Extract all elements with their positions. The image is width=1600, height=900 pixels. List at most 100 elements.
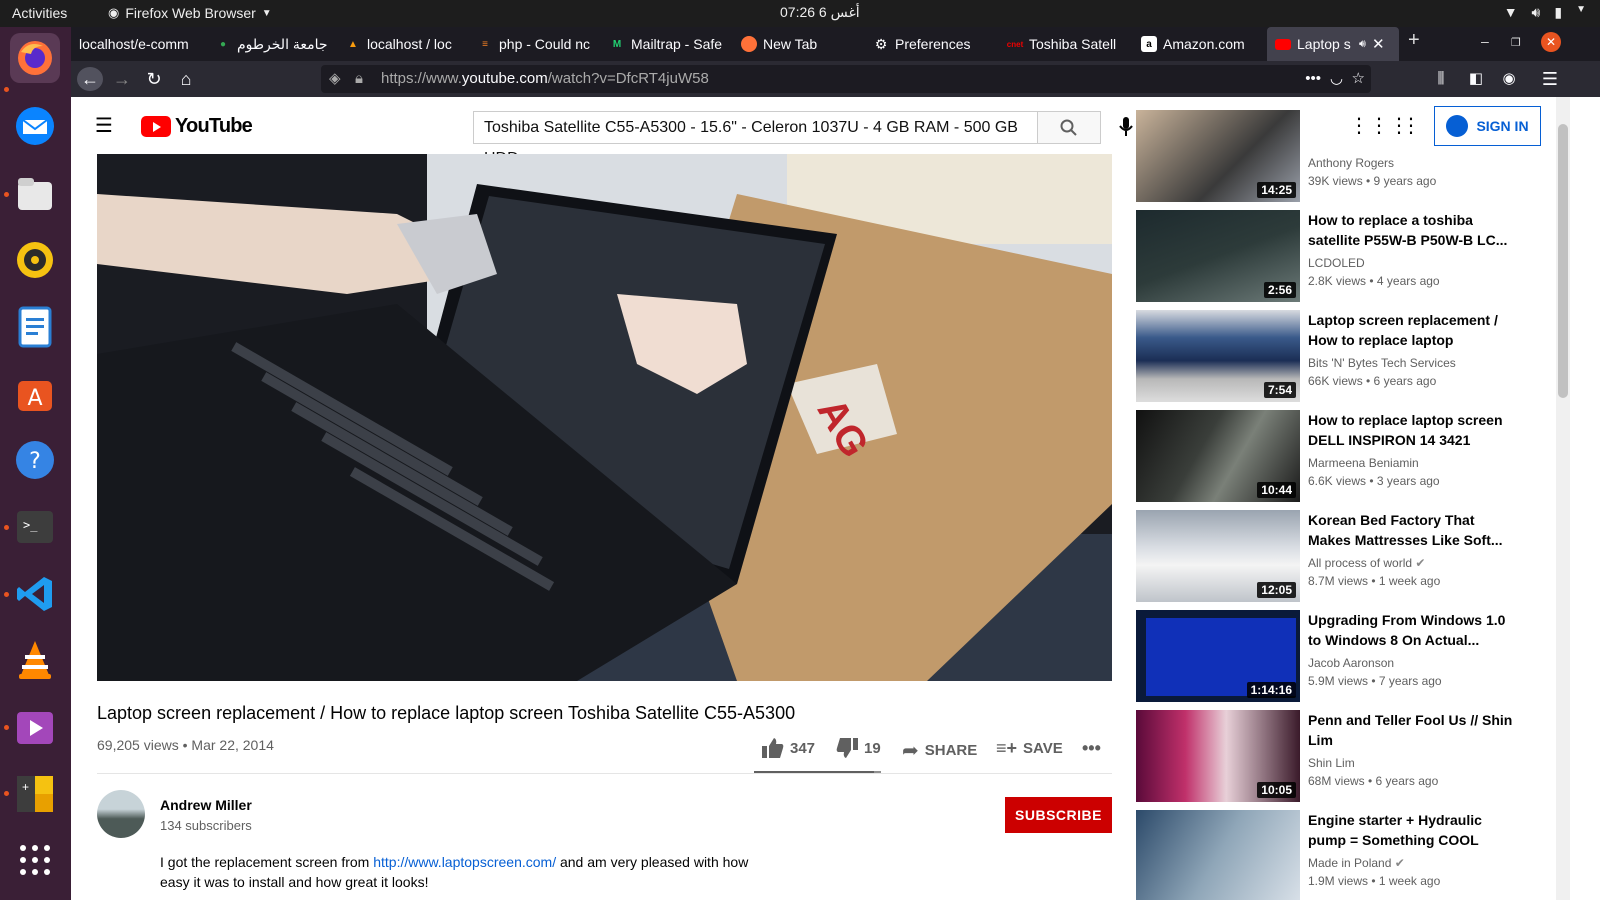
browser-tab-active[interactable]: Laptop s 🔊︎ ✕: [1267, 27, 1399, 61]
browser-tab[interactable]: a Amazon.com: [1133, 27, 1265, 61]
menu-icon[interactable]: ☰: [1537, 67, 1563, 91]
recommended-video[interactable]: 1:14:16 Upgrading From Windows 1.0 to Wi…: [1136, 610, 1536, 702]
subscribe-button[interactable]: SUBSCRIBE: [1005, 797, 1112, 833]
video-thumbnail[interactable]: 1:14:16: [1136, 610, 1300, 702]
vscode-icon[interactable]: [10, 569, 60, 619]
sidebar-icon[interactable]: ◧: [1463, 67, 1489, 91]
bookmark-star-icon[interactable]: ☆: [1352, 65, 1365, 93]
activities-button[interactable]: Activities: [12, 5, 67, 21]
software-center-icon[interactable]: A: [10, 369, 60, 419]
video-player[interactable]: AG: [97, 154, 1112, 681]
lock-icon[interactable]: 🔒︎: [355, 65, 363, 93]
more-actions-button[interactable]: •••: [1082, 738, 1101, 759]
browser-tab[interactable]: ● جامعة الخرطوم: [207, 27, 335, 61]
recommended-channel[interactable]: Marmeena Beniamin: [1308, 456, 1419, 470]
video-frame: AG: [97, 154, 1112, 681]
rhythmbox-icon[interactable]: [10, 235, 60, 285]
close-icon[interactable]: ✕: [1372, 35, 1385, 53]
search-button[interactable]: [1037, 111, 1101, 144]
url-bar[interactable]: ◈ 🔒︎ https://www.youtube.com/watch?v=Dfc…: [321, 65, 1371, 93]
forward-button[interactable]: →: [109, 67, 135, 91]
video-thumbnail[interactable]: 7:54: [1136, 310, 1300, 402]
recommended-video[interactable]: 10:05 Penn and Teller Fool Us // Shin Li…: [1136, 710, 1536, 802]
video-thumbnail[interactable]: 14:25: [1136, 110, 1300, 202]
video-thumbnail[interactable]: 12:05: [1136, 510, 1300, 602]
browser-tab[interactable]: New Tab: [733, 27, 863, 61]
window-close-icon[interactable]: ✕: [1541, 32, 1561, 52]
video-thumbnail[interactable]: 2:56: [1136, 210, 1300, 302]
share-button[interactable]: ➦ SHARE: [902, 738, 977, 763]
hamburger-menu-icon[interactable]: ☰: [95, 113, 113, 138]
browser-tab[interactable]: cnet Toshiba Satell: [999, 27, 1131, 61]
libreoffice-writer-icon[interactable]: [10, 302, 60, 352]
recommended-channel[interactable]: Shin Lim: [1308, 756, 1355, 770]
url-path: /watch?v=DfcRT4juW58: [547, 70, 709, 87]
recommended-title[interactable]: How to replace laptop screen DELL INSPIR…: [1308, 410, 1513, 450]
shield-icon[interactable]: ◈: [329, 65, 341, 93]
recommended-channel[interactable]: All process of world ✔: [1308, 556, 1425, 570]
help-icon[interactable]: ?: [10, 435, 60, 485]
video-thumbnail[interactable]: [1136, 810, 1300, 900]
description-link[interactable]: http://www.laptopscreen.com/: [373, 854, 556, 870]
site-favicon-icon: cnet: [1006, 39, 1024, 49]
youtube-logo[interactable]: YouTube: [141, 115, 253, 138]
recommended-title[interactable]: Laptop screen replacement / How to repla…: [1308, 310, 1513, 350]
search-input[interactable]: Toshiba Satellite C55-A5300 - 15.6" - Ce…: [473, 111, 1038, 167]
recommended-title[interactable]: Upgrading From Windows 1.0 to Windows 8 …: [1308, 610, 1513, 650]
youtube-wordmark: YouTube: [175, 115, 253, 137]
recommended-title[interactable]: Penn and Teller Fool Us // Shin Lim: [1308, 710, 1513, 750]
video-player-icon[interactable]: [10, 703, 60, 753]
video-duration: 2:56: [1263, 282, 1296, 298]
vlc-icon[interactable]: [10, 635, 60, 685]
recommended-channel[interactable]: Made in Poland ✔: [1308, 856, 1405, 870]
thunderbird-icon[interactable]: [10, 101, 60, 151]
recommended-channel[interactable]: LCDOLED: [1308, 256, 1365, 270]
system-tray[interactable]: ▼ 🔊︎ ▮ ▼: [1504, 4, 1586, 21]
browser-tab[interactable]: ⚙ Preferences: [865, 27, 997, 61]
scrollbar-thumb[interactable]: [1558, 124, 1568, 398]
terminal-icon[interactable]: >_: [10, 502, 60, 552]
app-menu[interactable]: ◉ Firefox Web Browser ▼: [108, 5, 272, 21]
browser-tab[interactable]: M Mailtrap - Safe: [601, 27, 731, 61]
video-thumbnail[interactable]: 10:44: [1136, 410, 1300, 502]
recommended-title[interactable]: How to replace a toshiba satellite P55W-…: [1308, 210, 1513, 250]
recommended-video[interactable]: 14:25 Anthony Rogers 39K views • 9 years…: [1136, 110, 1536, 202]
recommended-video[interactable]: 12:05 Korean Bed Factory That Makes Matt…: [1136, 510, 1536, 602]
browser-tab[interactable]: ▲ localhost / loc: [337, 27, 467, 61]
speaker-icon[interactable]: 🔊︎: [1359, 38, 1366, 51]
account-icon[interactable]: ◉: [1496, 67, 1522, 91]
recommended-channel[interactable]: Jacob Aaronson: [1308, 656, 1394, 670]
channel-name[interactable]: Andrew Miller: [160, 797, 252, 813]
files-icon[interactable]: [10, 169, 60, 219]
pocket-icon[interactable]: ◡: [1330, 65, 1343, 93]
library-icon[interactable]: ⫼: [1428, 67, 1454, 91]
new-tab-icon[interactable]: +: [1408, 29, 1420, 52]
reload-button[interactable]: ↻: [141, 67, 167, 91]
clock[interactable]: 07:26 6 أغس: [780, 4, 860, 21]
show-apps-icon[interactable]: [10, 835, 60, 885]
dislike-button[interactable]: 19: [836, 738, 881, 758]
recommended-title[interactable]: [1308, 110, 1513, 150]
recommended-channel[interactable]: Anthony Rogers: [1308, 156, 1394, 170]
channel-avatar[interactable]: [97, 790, 145, 838]
tab-title: localhost / loc: [367, 36, 452, 52]
firefox-icon[interactable]: [10, 33, 60, 83]
home-button[interactable]: ⌂: [173, 67, 199, 91]
recommended-channel[interactable]: Bits 'N' Bytes Tech Services: [1308, 356, 1456, 370]
recommended-video[interactable]: 7:54 Laptop screen replacement / How to …: [1136, 310, 1536, 402]
like-button[interactable]: 347: [762, 738, 815, 758]
recommended-video[interactable]: Engine starter + Hydraulic pump = Someth…: [1136, 810, 1536, 900]
recommended-video[interactable]: 10:44 How to replace laptop screen DELL …: [1136, 410, 1536, 502]
calculator-icon[interactable]: +: [10, 769, 60, 819]
maximize-icon[interactable]: ❐: [1511, 36, 1521, 49]
back-button[interactable]: ←: [77, 67, 103, 91]
save-button[interactable]: ≡+ SAVE: [996, 738, 1063, 759]
recommended-title[interactable]: Korean Bed Factory That Makes Mattresses…: [1308, 510, 1513, 550]
page-actions-icon[interactable]: •••: [1305, 65, 1321, 93]
minimize-icon[interactable]: –: [1481, 33, 1489, 49]
browser-tab[interactable]: ≡ php - Could nc: [469, 27, 599, 61]
recommended-video[interactable]: 2:56 How to replace a toshiba satellite …: [1136, 210, 1536, 302]
browser-tab[interactable]: localhost/e-comm: [71, 27, 205, 61]
recommended-title[interactable]: Engine starter + Hydraulic pump = Someth…: [1308, 810, 1513, 850]
video-thumbnail[interactable]: 10:05: [1136, 710, 1300, 802]
